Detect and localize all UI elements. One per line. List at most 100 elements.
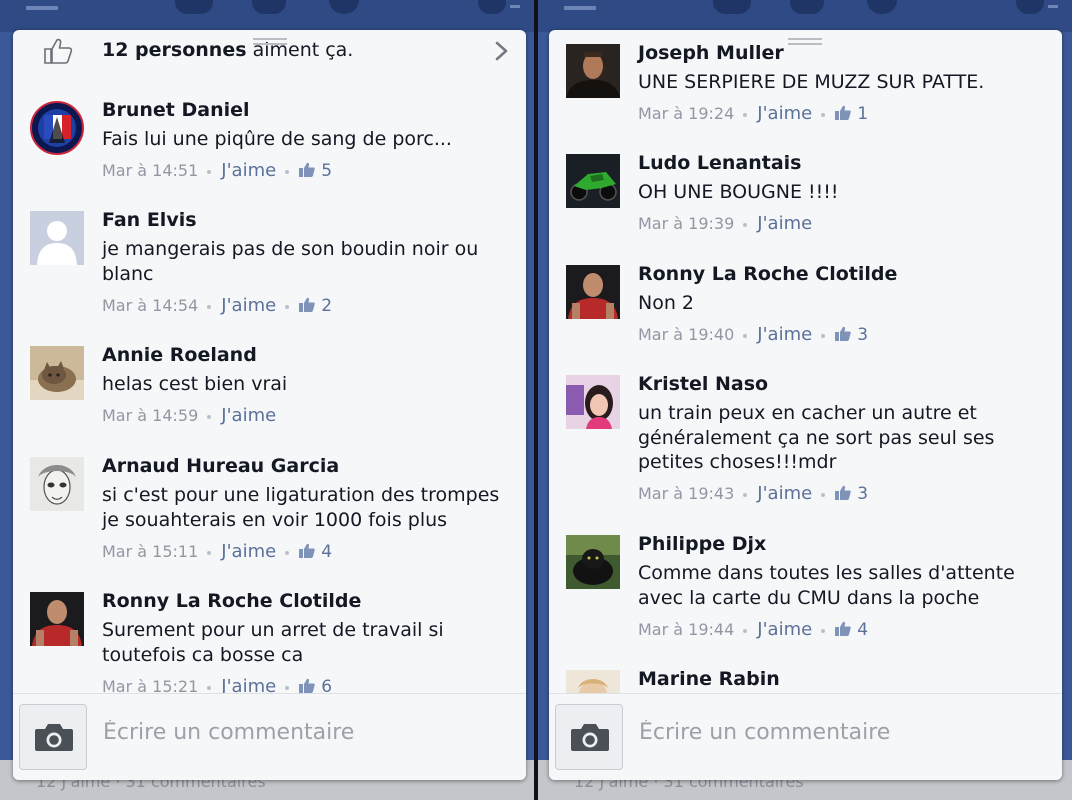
messages-icon[interactable] — [790, 0, 824, 14]
comment-time: Mar à 15:11 — [102, 542, 199, 561]
separator-dot — [207, 414, 212, 419]
separator-dot — [821, 628, 826, 633]
avatar[interactable] — [566, 535, 620, 589]
avatar[interactable] — [30, 457, 84, 511]
comment-meta: Mar à 15:11 J'aime 4 — [102, 541, 332, 562]
comment-author[interactable]: Marine Rabin — [638, 668, 780, 690]
comment-author[interactable]: Joseph Muller — [638, 42, 784, 64]
like-count[interactable]: 1 — [857, 104, 868, 124]
more-icon[interactable] — [1048, 5, 1058, 8]
like-link[interactable]: J'aime — [221, 295, 276, 316]
right-screen: 12 J'aime · 31 commentaires Joseph Mulle… — [538, 0, 1072, 800]
comment-author[interactable]: Ludo Lenantais — [638, 152, 802, 174]
mini-thumbs-up-icon — [299, 297, 315, 312]
like-link[interactable]: J'aime — [221, 541, 276, 562]
separator-dot — [285, 304, 290, 309]
chevron-right-icon[interactable] — [493, 41, 511, 61]
avatar-photo-image — [566, 265, 620, 319]
messages-icon[interactable] — [252, 0, 286, 14]
profile-icon[interactable] — [478, 0, 506, 14]
avatar-photo-image — [566, 375, 620, 429]
camera-button[interactable] — [555, 704, 623, 770]
avatar[interactable] — [566, 670, 620, 693]
comment-composer — [549, 693, 1062, 780]
top-navigation-bar — [538, 0, 1072, 32]
like-link[interactable]: J'aime — [757, 213, 812, 234]
comment-meta: Mar à 19:40 J'aime 3 — [638, 324, 868, 345]
friend-requests-icon[interactable] — [713, 0, 751, 14]
mini-thumbs-up-icon — [835, 326, 851, 341]
comment-time: Mar à 14:54 — [102, 296, 199, 315]
avatar[interactable] — [566, 265, 620, 319]
separator-dot — [743, 112, 748, 117]
avatar[interactable] — [566, 154, 620, 208]
like-link[interactable]: J'aime — [757, 483, 812, 504]
drag-handle[interactable] — [253, 38, 287, 45]
comment-author[interactable]: Ronny La Roche Clotilde — [638, 263, 897, 285]
comment-composer — [13, 693, 526, 780]
camera-icon — [35, 724, 73, 751]
comment-time: Mar à 19:40 — [638, 325, 735, 344]
comment-text: Surement pour un arret de travail si tou… — [102, 619, 444, 666]
like-link[interactable]: J'aime — [757, 619, 812, 640]
notifications-globe-icon[interactable] — [867, 0, 897, 14]
like-count[interactable]: 3 — [857, 484, 868, 504]
comment-author[interactable]: Arnaud Hureau Garcia — [102, 455, 339, 477]
more-icon[interactable] — [510, 5, 520, 8]
drag-handle[interactable] — [788, 38, 822, 45]
menu-icon[interactable] — [564, 6, 596, 10]
like-count[interactable]: 3 — [857, 325, 868, 345]
avatar[interactable] — [566, 375, 620, 429]
comment-text: un train peux en cacher un autre et géné… — [638, 402, 995, 473]
separator-dot — [285, 550, 290, 555]
avatar[interactable] — [30, 101, 84, 155]
mini-thumbs-up-icon — [835, 621, 851, 636]
comment-list[interactable]: Joseph Muller UNE SERPIERE DE MUZZ SUR P… — [549, 30, 1062, 693]
comment-author[interactable]: Philippe Djx — [638, 533, 766, 555]
comment-time: Mar à 14:51 — [102, 161, 199, 180]
menu-icon[interactable] — [26, 6, 58, 10]
like-count[interactable]: 2 — [321, 296, 332, 316]
separator-dot — [207, 169, 212, 174]
comment-input[interactable] — [637, 714, 1041, 750]
like-link[interactable]: J'aime — [221, 676, 276, 693]
avatar-panther-image — [566, 535, 620, 589]
like-link[interactable]: J'aime — [757, 324, 812, 345]
separator-dot — [207, 685, 212, 690]
like-link[interactable]: J'aime — [221, 405, 276, 426]
avatar-photo-image — [566, 670, 620, 693]
comment-author[interactable]: Annie Roeland — [102, 344, 257, 366]
comment-time: Mar à 15:21 — [102, 677, 199, 693]
like-link[interactable]: J'aime — [221, 160, 276, 181]
notifications-globe-icon[interactable] — [329, 0, 359, 14]
like-count[interactable]: 4 — [321, 542, 332, 562]
avatar[interactable] — [30, 592, 84, 646]
camera-button[interactable] — [19, 704, 87, 770]
like-link[interactable]: J'aime — [757, 103, 812, 124]
likes-count: 12 personnes — [102, 39, 247, 61]
comment-text: UNE SERPIERE DE MUZZ SUR PATTE. — [638, 71, 985, 93]
comments-sheet: Joseph Muller UNE SERPIERE DE MUZZ SUR P… — [549, 30, 1062, 780]
separator-dot — [285, 685, 290, 690]
comment-author[interactable]: Brunet Daniel — [102, 99, 250, 121]
separator-dot — [821, 492, 826, 497]
like-count[interactable]: 6 — [321, 677, 332, 693]
comment-time: Mar à 19:24 — [638, 104, 735, 123]
likes-summary-text: 12 personnes aiment ça. — [102, 39, 353, 61]
comment-meta: Mar à 19:43 J'aime 3 — [638, 483, 868, 504]
comment-author[interactable]: Ronny La Roche Clotilde — [102, 590, 361, 612]
top-navigation-bar — [0, 0, 534, 32]
like-count[interactable]: 5 — [321, 161, 332, 181]
avatar[interactable] — [566, 44, 620, 98]
comment-author[interactable]: Kristel Naso — [638, 373, 768, 395]
comment-input[interactable] — [101, 714, 505, 750]
likes-summary-row[interactable]: 12 personnes aiment ça. — [13, 30, 526, 72]
profile-icon[interactable] — [1016, 0, 1044, 14]
separator-dot — [207, 550, 212, 555]
comment-list[interactable]: 12 personnes aiment ça. Brunet Daniel Fa… — [13, 30, 526, 693]
comment-author[interactable]: Fan Elvis — [102, 209, 197, 231]
avatar[interactable] — [30, 346, 84, 400]
like-count[interactable]: 4 — [857, 620, 868, 640]
friend-requests-icon[interactable] — [175, 0, 213, 14]
avatar[interactable] — [30, 211, 84, 265]
